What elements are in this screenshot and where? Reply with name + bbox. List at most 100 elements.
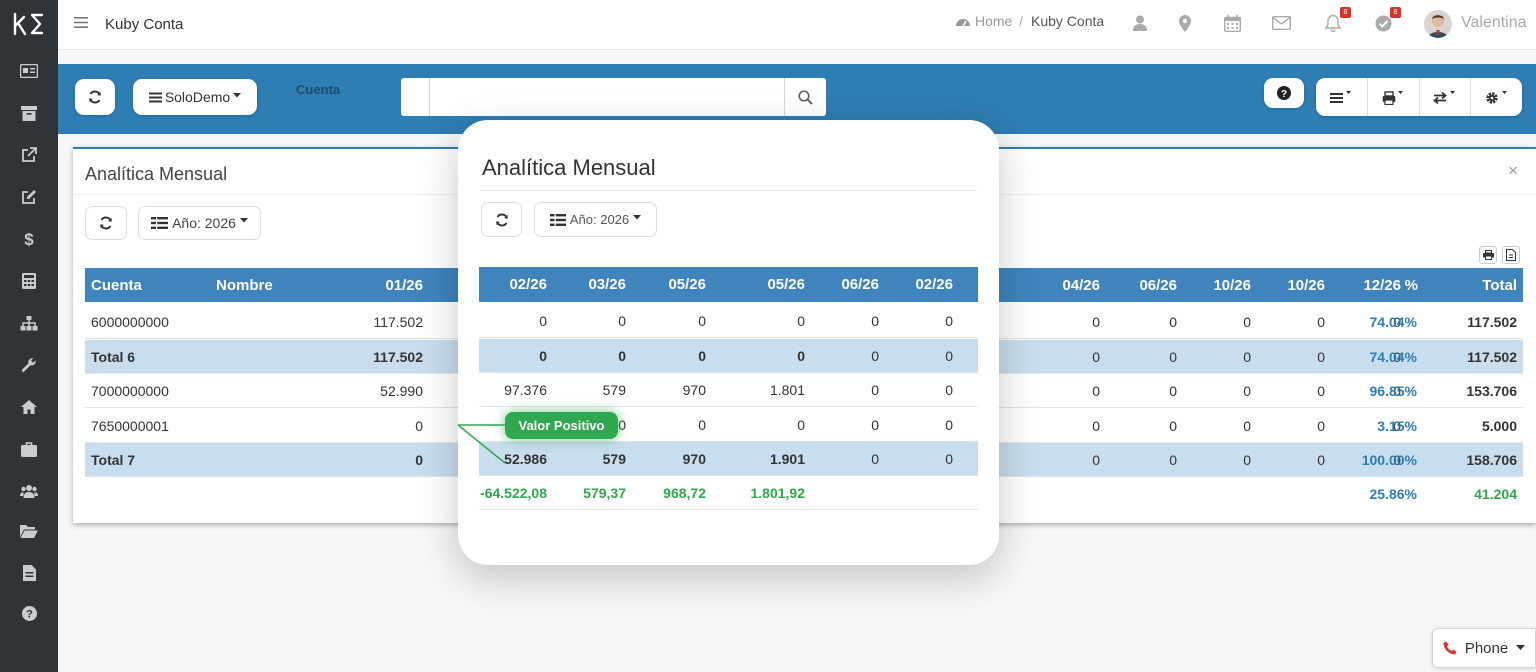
sidebar-item-business[interactable] [19, 439, 39, 459]
phone-label: Phone [1464, 639, 1509, 657]
popup-table-row[interactable]: 0 0 0 0 0 0 [479, 304, 978, 338]
tasks-badge: 8 [1390, 7, 1401, 18]
sidebar-item-calculator[interactable] [19, 271, 39, 291]
row-percent: 3.15% [1377, 417, 1417, 434]
popup-col-2[interactable]: 03/26 [588, 276, 626, 293]
sidebar-item-tools[interactable] [19, 355, 39, 375]
phone-widget[interactable]: Phone [1432, 628, 1536, 668]
panel-export-button[interactable] [1502, 246, 1520, 264]
panel-refresh-button[interactable] [85, 206, 127, 240]
popup-refresh-button[interactable] [481, 202, 522, 237]
header-tasks-button[interactable]: 8 [1372, 7, 1401, 34]
col-10-26[interactable]: 10/26 [1213, 277, 1251, 294]
popup-cell: 0 [539, 347, 547, 364]
sidebar-item-structure[interactable] [19, 313, 39, 333]
popup-title: Analítica Mensual [482, 155, 656, 180]
popup-cell: 0 [945, 451, 953, 467]
row-month-01: 0 [415, 417, 423, 434]
header-user-button[interactable] [1129, 12, 1151, 34]
transfer-dropdown-button[interactable] [1420, 78, 1472, 116]
caret-down-icon [233, 93, 242, 98]
menu-toggle-button[interactable] [74, 16, 88, 34]
breadcrumb-home[interactable]: Home [955, 13, 1012, 29]
popup-col-3[interactable]: 05/26 [668, 276, 706, 293]
user-name[interactable]: Valentina [1461, 14, 1527, 32]
search-button[interactable] [785, 78, 826, 116]
popup-col-4[interactable]: 05/26 [767, 276, 805, 293]
panel-print-button[interactable] [1479, 246, 1497, 264]
print-dropdown-button[interactable] [1368, 78, 1420, 116]
row-total: 117.502 [1467, 314, 1517, 330]
sidebar: $ ? [0, 0, 58, 672]
popup-table-row[interactable]: 97.376 579 970 1.801 0 0 [479, 373, 978, 407]
list-icon [148, 92, 162, 102]
caret-down-icon [1516, 645, 1526, 650]
user-icon [1133, 15, 1147, 31]
sidebar-item-archive[interactable] [19, 103, 39, 123]
table-icon [151, 217, 169, 229]
col-cuenta[interactable]: Cuenta [91, 277, 142, 294]
popup-col-6[interactable]: 02/26 [915, 276, 953, 293]
wrench-icon [21, 358, 36, 372]
popup-cell: 0 [945, 347, 953, 364]
popup-cell: 579 [602, 382, 626, 398]
popup-footer-row: -64.522,08 579,37 968,72 1.801,92 [479, 476, 978, 510]
calculator-icon [22, 273, 36, 289]
menu-dropdown-button[interactable] [1316, 78, 1368, 116]
caret-down-icon [633, 214, 642, 219]
settings-dropdown-button[interactable] [1471, 78, 1522, 116]
year-label: Año: 2026 [172, 215, 236, 231]
gear-icon [1485, 90, 1507, 104]
header-mail-button[interactable] [1270, 12, 1292, 34]
col-12-26[interactable]: 12/26 [1363, 277, 1401, 294]
sidebar-item-folders[interactable] [19, 521, 39, 541]
col-01-26[interactable]: 01/26 [385, 277, 423, 294]
header-location-button[interactable] [1174, 12, 1196, 34]
account-search-input[interactable] [429, 78, 785, 116]
file-icon [22, 565, 36, 581]
col-nombre[interactable]: Nombre [216, 277, 273, 294]
col-10-26b[interactable]: 10/26 [1287, 277, 1325, 294]
sidebar-item-home[interactable] [19, 397, 39, 417]
sidebar-item-users[interactable] [19, 481, 39, 501]
row-percent: 74.04% [1369, 314, 1417, 330]
col-total[interactable]: Total [1482, 277, 1517, 294]
col-04-26[interactable]: 04/26 [1062, 277, 1100, 294]
popup-cell: 0 [945, 416, 953, 433]
row-total: 158.706 [1466, 452, 1517, 468]
positive-value-callout: Valor Positivo [505, 412, 618, 439]
user-avatar[interactable] [1424, 10, 1452, 38]
notifications-badge: 8 [1340, 7, 1351, 18]
sidebar-item-external[interactable] [19, 145, 39, 165]
row-total: 5.000 [1481, 417, 1517, 434]
popup-table-row[interactable]: 0 0 0 0 0 0 [479, 338, 978, 373]
sidebar-item-finance[interactable]: $ [19, 229, 39, 249]
popup-year-selector[interactable]: Año: 2026 [534, 202, 657, 237]
toolbar-refresh-button[interactable] [75, 79, 115, 115]
popup-cell: 579 [602, 451, 626, 467]
panel-close-button[interactable]: × [1508, 161, 1518, 181]
sidebar-item-documents[interactable] [19, 563, 39, 583]
sidebar-item-edit[interactable] [19, 187, 39, 207]
popup-cell: 0 [797, 313, 805, 329]
popup-col-1[interactable]: 02/26 [509, 276, 547, 293]
search-icon [798, 89, 813, 105]
dollar-icon: $ [24, 230, 34, 248]
header-calendar-button[interactable] [1221, 12, 1243, 34]
header-notifications-button[interactable]: 8 [1322, 7, 1351, 34]
row-month-value: 0 [1243, 452, 1251, 468]
list-dropdown-icon [1330, 91, 1352, 103]
refresh-icon [89, 90, 101, 104]
app-logo[interactable] [0, 0, 58, 48]
caret-down-icon [239, 218, 248, 223]
popup-col-5[interactable]: 06/26 [841, 276, 879, 293]
help-button[interactable]: ? [1264, 78, 1304, 108]
col-percent[interactable]: % [1405, 277, 1418, 294]
users-icon [20, 485, 38, 498]
sidebar-item-help[interactable]: ? [19, 603, 39, 623]
col-06-26[interactable]: 06/26 [1139, 277, 1177, 294]
company-selector[interactable]: SoloDemo [133, 79, 257, 115]
popup-table-row[interactable]: 52.986 579 970 1.901 0 0 [479, 442, 978, 476]
year-selector[interactable]: Año: 2026 [138, 206, 261, 240]
sidebar-item-cards[interactable] [19, 61, 39, 81]
